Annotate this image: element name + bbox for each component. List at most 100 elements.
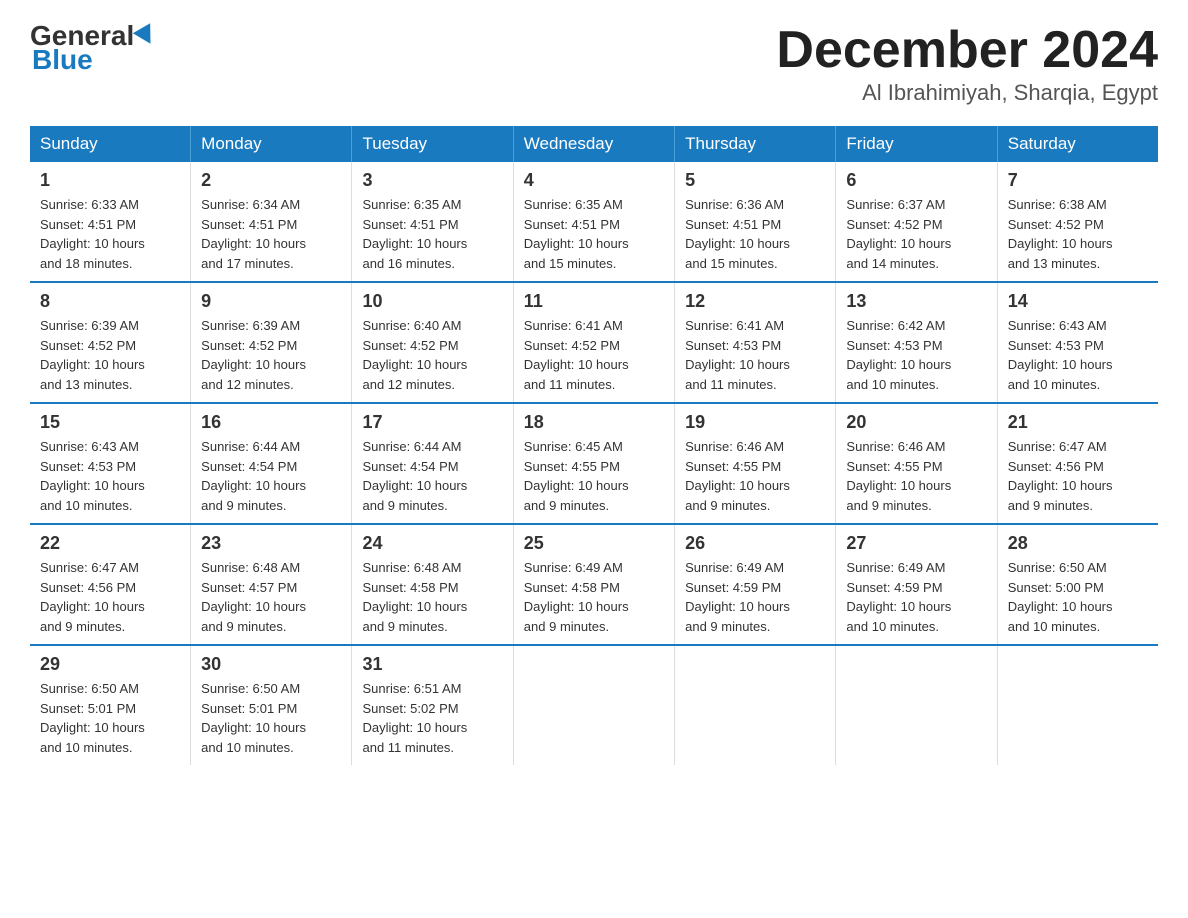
calendar-cell: 20 Sunrise: 6:46 AM Sunset: 4:55 PM Dayl… xyxy=(836,403,997,524)
day-info: Sunrise: 6:47 AM Sunset: 4:56 PM Dayligh… xyxy=(1008,437,1148,515)
calendar-cell: 5 Sunrise: 6:36 AM Sunset: 4:51 PM Dayli… xyxy=(675,162,836,282)
day-info: Sunrise: 6:49 AM Sunset: 4:58 PM Dayligh… xyxy=(524,558,664,636)
calendar-week-row: 15 Sunrise: 6:43 AM Sunset: 4:53 PM Dayl… xyxy=(30,403,1158,524)
day-info: Sunrise: 6:34 AM Sunset: 4:51 PM Dayligh… xyxy=(201,195,341,273)
day-number: 24 xyxy=(362,533,502,554)
day-info: Sunrise: 6:38 AM Sunset: 4:52 PM Dayligh… xyxy=(1008,195,1148,273)
calendar-cell: 9 Sunrise: 6:39 AM Sunset: 4:52 PM Dayli… xyxy=(191,282,352,403)
day-number: 9 xyxy=(201,291,341,312)
location-title: Al Ibrahimiyah, Sharqia, Egypt xyxy=(776,80,1158,106)
calendar-cell: 8 Sunrise: 6:39 AM Sunset: 4:52 PM Dayli… xyxy=(30,282,191,403)
day-number: 19 xyxy=(685,412,825,433)
day-info: Sunrise: 6:44 AM Sunset: 4:54 PM Dayligh… xyxy=(362,437,502,515)
logo: General Blue xyxy=(30,20,158,76)
calendar-cell: 13 Sunrise: 6:42 AM Sunset: 4:53 PM Dayl… xyxy=(836,282,997,403)
calendar-cell: 1 Sunrise: 6:33 AM Sunset: 4:51 PM Dayli… xyxy=(30,162,191,282)
calendar-cell: 17 Sunrise: 6:44 AM Sunset: 4:54 PM Dayl… xyxy=(352,403,513,524)
page-header: General Blue December 2024 Al Ibrahimiya… xyxy=(30,20,1158,106)
day-info: Sunrise: 6:43 AM Sunset: 4:53 PM Dayligh… xyxy=(40,437,180,515)
day-number: 1 xyxy=(40,170,180,191)
header-wednesday: Wednesday xyxy=(513,126,674,162)
month-title: December 2024 xyxy=(776,20,1158,80)
day-info: Sunrise: 6:39 AM Sunset: 4:52 PM Dayligh… xyxy=(201,316,341,394)
day-info: Sunrise: 6:49 AM Sunset: 4:59 PM Dayligh… xyxy=(846,558,986,636)
day-info: Sunrise: 6:40 AM Sunset: 4:52 PM Dayligh… xyxy=(362,316,502,394)
day-number: 26 xyxy=(685,533,825,554)
day-number: 23 xyxy=(201,533,341,554)
calendar-header-row: SundayMondayTuesdayWednesdayThursdayFrid… xyxy=(30,126,1158,162)
calendar-table: SundayMondayTuesdayWednesdayThursdayFrid… xyxy=(30,126,1158,765)
calendar-cell: 19 Sunrise: 6:46 AM Sunset: 4:55 PM Dayl… xyxy=(675,403,836,524)
day-info: Sunrise: 6:48 AM Sunset: 4:58 PM Dayligh… xyxy=(362,558,502,636)
day-number: 21 xyxy=(1008,412,1148,433)
day-number: 7 xyxy=(1008,170,1148,191)
calendar-cell xyxy=(513,645,674,765)
calendar-cell: 15 Sunrise: 6:43 AM Sunset: 4:53 PM Dayl… xyxy=(30,403,191,524)
day-number: 27 xyxy=(846,533,986,554)
day-info: Sunrise: 6:50 AM Sunset: 5:01 PM Dayligh… xyxy=(201,679,341,757)
calendar-cell: 11 Sunrise: 6:41 AM Sunset: 4:52 PM Dayl… xyxy=(513,282,674,403)
day-info: Sunrise: 6:41 AM Sunset: 4:53 PM Dayligh… xyxy=(685,316,825,394)
day-info: Sunrise: 6:51 AM Sunset: 5:02 PM Dayligh… xyxy=(362,679,502,757)
header-tuesday: Tuesday xyxy=(352,126,513,162)
calendar-cell: 23 Sunrise: 6:48 AM Sunset: 4:57 PM Dayl… xyxy=(191,524,352,645)
calendar-cell: 25 Sunrise: 6:49 AM Sunset: 4:58 PM Dayl… xyxy=(513,524,674,645)
day-info: Sunrise: 6:46 AM Sunset: 4:55 PM Dayligh… xyxy=(685,437,825,515)
calendar-cell: 12 Sunrise: 6:41 AM Sunset: 4:53 PM Dayl… xyxy=(675,282,836,403)
calendar-cell xyxy=(836,645,997,765)
calendar-week-row: 29 Sunrise: 6:50 AM Sunset: 5:01 PM Dayl… xyxy=(30,645,1158,765)
day-number: 15 xyxy=(40,412,180,433)
title-section: December 2024 Al Ibrahimiyah, Sharqia, E… xyxy=(776,20,1158,106)
day-info: Sunrise: 6:35 AM Sunset: 4:51 PM Dayligh… xyxy=(524,195,664,273)
calendar-cell: 30 Sunrise: 6:50 AM Sunset: 5:01 PM Dayl… xyxy=(191,645,352,765)
calendar-cell: 26 Sunrise: 6:49 AM Sunset: 4:59 PM Dayl… xyxy=(675,524,836,645)
calendar-cell: 31 Sunrise: 6:51 AM Sunset: 5:02 PM Dayl… xyxy=(352,645,513,765)
day-number: 2 xyxy=(201,170,341,191)
day-info: Sunrise: 6:37 AM Sunset: 4:52 PM Dayligh… xyxy=(846,195,986,273)
day-number: 5 xyxy=(685,170,825,191)
calendar-cell: 22 Sunrise: 6:47 AM Sunset: 4:56 PM Dayl… xyxy=(30,524,191,645)
day-number: 10 xyxy=(362,291,502,312)
day-info: Sunrise: 6:46 AM Sunset: 4:55 PM Dayligh… xyxy=(846,437,986,515)
calendar-cell: 6 Sunrise: 6:37 AM Sunset: 4:52 PM Dayli… xyxy=(836,162,997,282)
day-number: 31 xyxy=(362,654,502,675)
day-info: Sunrise: 6:39 AM Sunset: 4:52 PM Dayligh… xyxy=(40,316,180,394)
header-sunday: Sunday xyxy=(30,126,191,162)
calendar-week-row: 22 Sunrise: 6:47 AM Sunset: 4:56 PM Dayl… xyxy=(30,524,1158,645)
day-number: 18 xyxy=(524,412,664,433)
day-info: Sunrise: 6:42 AM Sunset: 4:53 PM Dayligh… xyxy=(846,316,986,394)
calendar-cell: 3 Sunrise: 6:35 AM Sunset: 4:51 PM Dayli… xyxy=(352,162,513,282)
day-number: 6 xyxy=(846,170,986,191)
calendar-cell: 27 Sunrise: 6:49 AM Sunset: 4:59 PM Dayl… xyxy=(836,524,997,645)
day-number: 4 xyxy=(524,170,664,191)
day-info: Sunrise: 6:43 AM Sunset: 4:53 PM Dayligh… xyxy=(1008,316,1148,394)
day-number: 14 xyxy=(1008,291,1148,312)
day-info: Sunrise: 6:33 AM Sunset: 4:51 PM Dayligh… xyxy=(40,195,180,273)
header-thursday: Thursday xyxy=(675,126,836,162)
calendar-cell: 14 Sunrise: 6:43 AM Sunset: 4:53 PM Dayl… xyxy=(997,282,1158,403)
calendar-cell: 18 Sunrise: 6:45 AM Sunset: 4:55 PM Dayl… xyxy=(513,403,674,524)
calendar-cell: 29 Sunrise: 6:50 AM Sunset: 5:01 PM Dayl… xyxy=(30,645,191,765)
header-friday: Friday xyxy=(836,126,997,162)
day-info: Sunrise: 6:36 AM Sunset: 4:51 PM Dayligh… xyxy=(685,195,825,273)
day-info: Sunrise: 6:45 AM Sunset: 4:55 PM Dayligh… xyxy=(524,437,664,515)
calendar-cell: 2 Sunrise: 6:34 AM Sunset: 4:51 PM Dayli… xyxy=(191,162,352,282)
calendar-cell xyxy=(997,645,1158,765)
day-number: 17 xyxy=(362,412,502,433)
day-number: 29 xyxy=(40,654,180,675)
calendar-week-row: 1 Sunrise: 6:33 AM Sunset: 4:51 PM Dayli… xyxy=(30,162,1158,282)
day-info: Sunrise: 6:47 AM Sunset: 4:56 PM Dayligh… xyxy=(40,558,180,636)
day-number: 25 xyxy=(524,533,664,554)
day-number: 30 xyxy=(201,654,341,675)
calendar-week-row: 8 Sunrise: 6:39 AM Sunset: 4:52 PM Dayli… xyxy=(30,282,1158,403)
calendar-cell: 16 Sunrise: 6:44 AM Sunset: 4:54 PM Dayl… xyxy=(191,403,352,524)
day-info: Sunrise: 6:49 AM Sunset: 4:59 PM Dayligh… xyxy=(685,558,825,636)
day-info: Sunrise: 6:50 AM Sunset: 5:01 PM Dayligh… xyxy=(40,679,180,757)
day-number: 12 xyxy=(685,291,825,312)
calendar-cell: 10 Sunrise: 6:40 AM Sunset: 4:52 PM Dayl… xyxy=(352,282,513,403)
header-monday: Monday xyxy=(191,126,352,162)
logo-blue-text: Blue xyxy=(32,44,93,75)
day-number: 8 xyxy=(40,291,180,312)
day-info: Sunrise: 6:35 AM Sunset: 4:51 PM Dayligh… xyxy=(362,195,502,273)
day-number: 16 xyxy=(201,412,341,433)
